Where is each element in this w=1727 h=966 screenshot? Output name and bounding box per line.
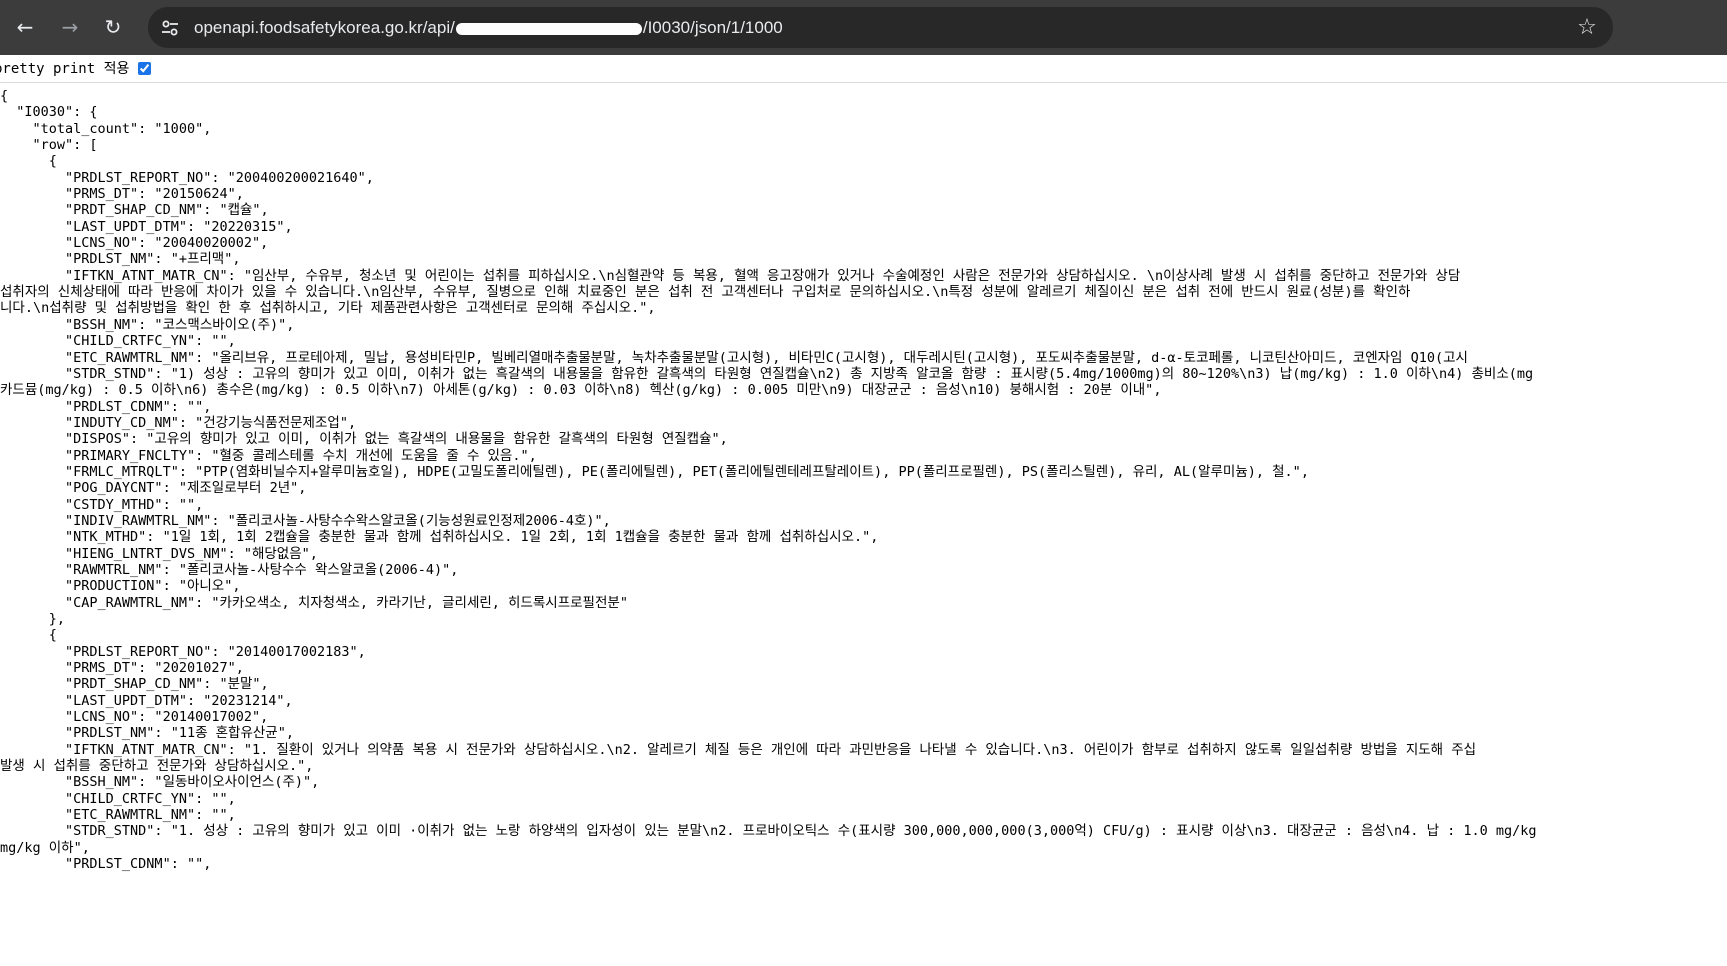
redacted-api-key [455,22,642,35]
forward-arrow-icon[interactable]: → [57,14,83,40]
url-prefix: openapi.foodsafetykorea.go.kr/api/ [194,18,455,37]
reload-icon[interactable]: ↻ [100,14,126,40]
site-info-tune-icon[interactable] [160,18,180,38]
pretty-print-bar: pretty print 적용 [0,58,1727,80]
pretty-print-checkbox[interactable] [138,62,152,75]
address-bar[interactable]: openapi.foodsafetykorea.go.kr/api/ /I0030… [148,7,1613,48]
bookmark-star-icon[interactable]: ☆ [1575,16,1599,40]
browser-toolbar: ← → ↻ openapi.foodsafetykorea.go.kr/api/… [0,0,1727,55]
url-suffix: /I0030/json/1/1000 [642,18,783,37]
json-response-body: { "I0030": { "total_count": "1000", "row… [0,88,1537,873]
back-arrow-icon[interactable]: ← [12,14,38,40]
url-text[interactable]: openapi.foodsafetykorea.go.kr/api/ /I0030… [194,7,783,48]
pretty-print-label: pretty print 적용 [0,61,130,77]
divider [0,82,1727,83]
